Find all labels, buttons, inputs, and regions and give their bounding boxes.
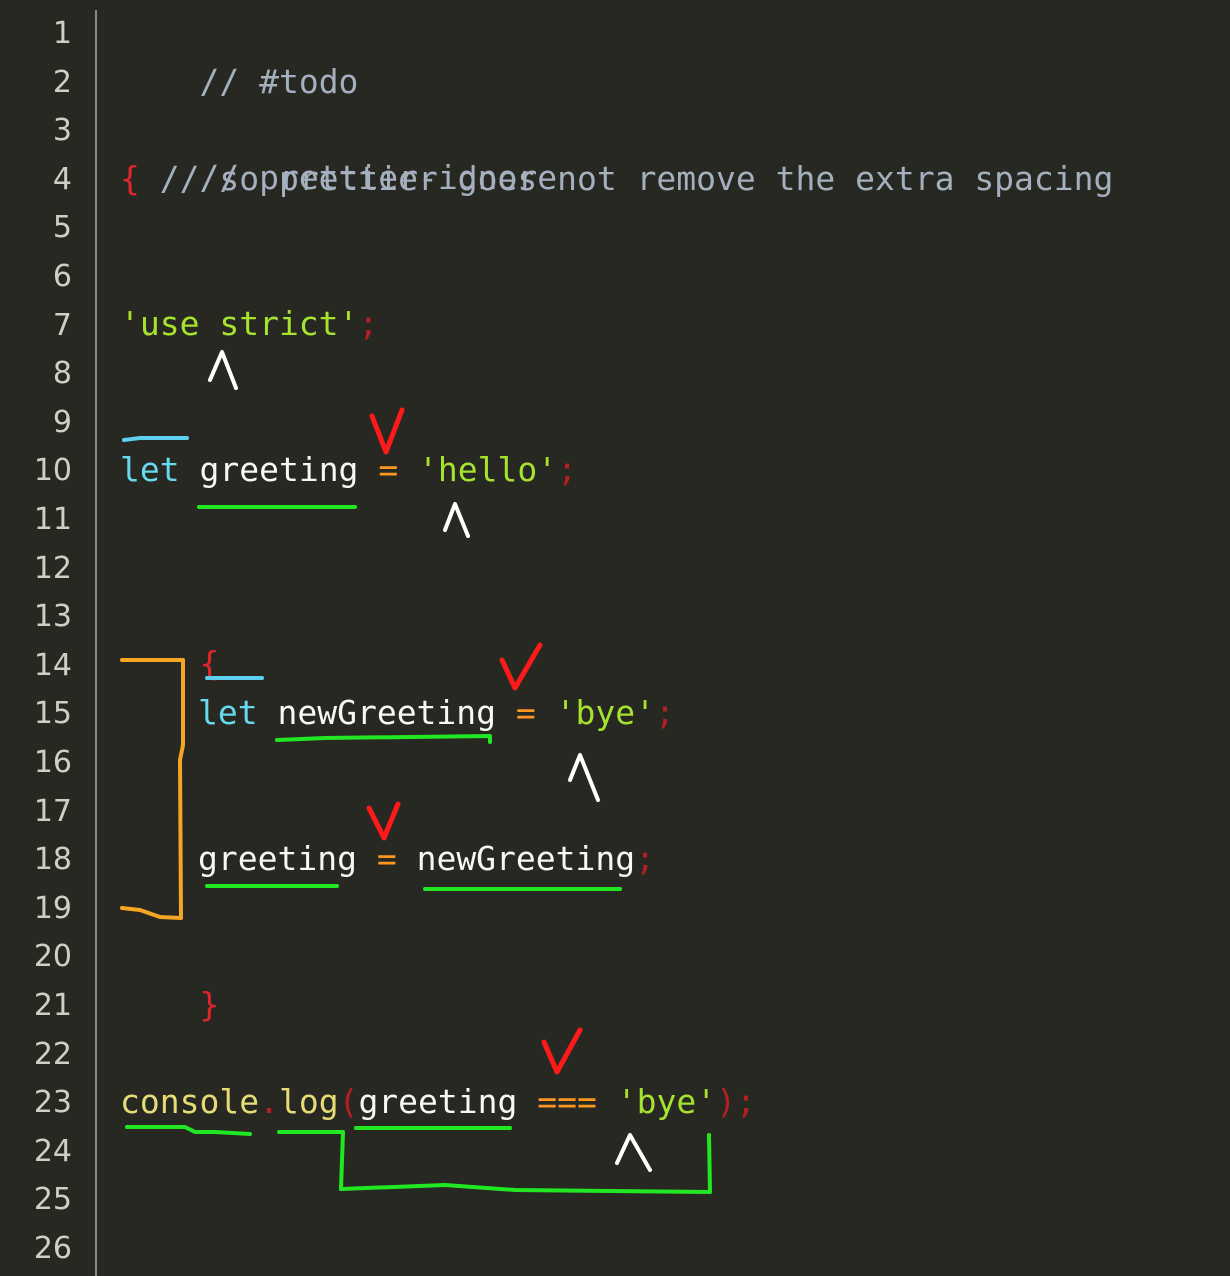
greeting-identifier: greeting [198, 839, 357, 878]
console-object: console [120, 1082, 260, 1121]
white-caret-mark [443, 502, 470, 538]
greeting-identifier: greeting [199, 450, 359, 489]
bye-string: 'bye' [616, 1082, 717, 1121]
line-number: 17 [33, 794, 72, 829]
line-number: 1 [52, 16, 72, 51]
line-number: 14 [33, 648, 72, 683]
code-line-20[interactable]: } [120, 933, 219, 1024]
line-number: 4 [52, 162, 72, 197]
line-number: 22 [33, 1037, 72, 1072]
red-check-mark [366, 801, 401, 841]
code-line-4[interactable]: { // so prettier does not remove the ext… [120, 155, 1113, 203]
white-caret-mark [568, 753, 600, 802]
log-method: log [278, 1082, 339, 1121]
hello-string: 'hello' [418, 450, 558, 489]
line-number: 8 [52, 356, 72, 391]
line-number: 2 [52, 65, 72, 100]
line-number: 13 [33, 599, 72, 634]
code-line-1[interactable]: // #todo [120, 10, 358, 101]
line-number: 11 [33, 502, 72, 537]
line-number: 23 [33, 1085, 72, 1120]
semicolon: ; [635, 839, 655, 878]
line-number: 25 [33, 1182, 72, 1217]
strict-equal-operator: === [537, 1082, 597, 1121]
block-open-brace: { [199, 644, 220, 683]
line-number: 12 [33, 551, 72, 586]
code-line-23[interactable]: console.log(greeting === 'bye'); [120, 1078, 756, 1126]
let-keyword: let [198, 693, 258, 732]
line-number: 24 [33, 1134, 72, 1169]
semicolon: ; [655, 693, 675, 732]
gutter-divider [95, 10, 97, 1276]
open-paren: ( [338, 1082, 359, 1121]
new-greeting-identifier: newGreeting [277, 693, 497, 732]
greeting-argument: greeting [358, 1082, 518, 1121]
dot: . [259, 1082, 279, 1121]
code-line-26[interactable]: } [120, 1226, 219, 1274]
assign-operator: = [515, 693, 536, 732]
close-paren: ) [716, 1082, 736, 1121]
red-check-mark [541, 1027, 583, 1075]
line-number: 15 [33, 696, 72, 731]
code-line-3[interactable]: // prettier-ignore [120, 106, 557, 197]
code-line-15[interactable]: let newGreeting = 'bye'; [198, 689, 675, 737]
block-close-brace: } [199, 985, 220, 1024]
semicolon: ; [358, 304, 379, 343]
open-brace: { [120, 159, 140, 198]
white-caret-mark [208, 350, 238, 390]
code-line-7[interactable]: 'use strict'; [120, 300, 378, 348]
use-strict-string: 'use strict' [120, 304, 359, 343]
code-line-18[interactable]: greeting = newGreeting; [198, 835, 655, 883]
semicolon: ; [557, 450, 578, 489]
line-number: 6 [52, 259, 72, 294]
red-check-mark [499, 642, 543, 691]
assign-operator: = [378, 450, 399, 489]
line-number: 26 [33, 1231, 72, 1266]
line-number: 20 [33, 939, 72, 974]
line-number: 10 [33, 453, 72, 488]
semicolon: ; [735, 1082, 756, 1121]
line-number: 7 [52, 308, 72, 343]
bye-string: 'bye' [555, 693, 655, 732]
line-number: 5 [52, 210, 72, 245]
line-number: 3 [52, 113, 72, 148]
comment-todo: // #todo [199, 62, 359, 101]
line-number: 18 [33, 842, 72, 877]
let-keyword: let [120, 450, 180, 489]
line-number: 16 [33, 745, 72, 780]
line-number: 9 [52, 405, 72, 440]
code-line-13[interactable]: { [120, 592, 219, 683]
white-caret-mark [615, 1133, 652, 1172]
green-underline [277, 1130, 712, 1194]
assign-operator: = [376, 839, 397, 878]
green-underline [125, 1125, 252, 1136]
code-line-10[interactable]: let greeting = 'hello'; [120, 446, 577, 494]
line-number: 19 [33, 891, 72, 926]
new-greeting-value: newGreeting [416, 839, 636, 878]
line-number: 21 [33, 988, 72, 1023]
blue-keyword-mark [122, 436, 189, 442]
comment-spacing: // so prettier does not remove the extra… [139, 159, 1114, 198]
code-editor[interactable]: 1 2 3 4 5 6 7 8 9 10 11 12 13 14 15 16 17 18 19 20 21 22 23 24 2… [0, 0, 1230, 1276]
